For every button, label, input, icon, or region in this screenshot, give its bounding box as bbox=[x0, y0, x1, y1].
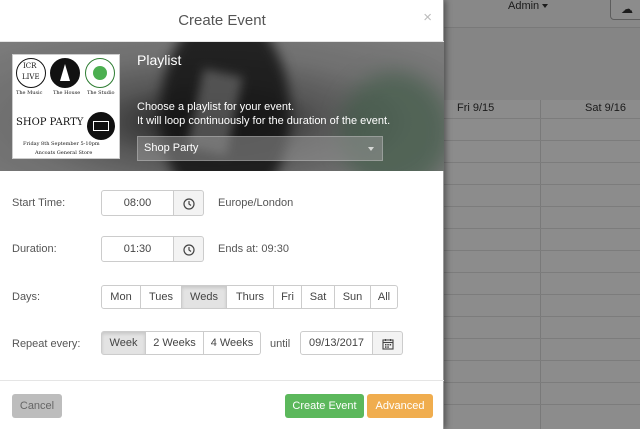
day-mon-button[interactable]: Mon bbox=[101, 285, 141, 309]
start-time-label: Start Time: bbox=[12, 197, 66, 209]
create-event-modal: Create Event × ICR LIVE The Music The Ho… bbox=[0, 0, 444, 429]
duration-input[interactable]: 01:30 bbox=[101, 236, 174, 262]
start-time-input[interactable]: 08:00 bbox=[101, 190, 174, 216]
until-date-picker-button[interactable] bbox=[373, 331, 403, 355]
days-label: Days: bbox=[12, 291, 41, 303]
duration-clock-button[interactable] bbox=[174, 236, 204, 262]
clock-icon bbox=[183, 244, 195, 256]
day-thurs-button[interactable]: Thurs bbox=[226, 285, 274, 309]
poster-title: SHOP PARTY bbox=[16, 117, 84, 128]
repeat-2-weeks-button[interactable]: 2 Weeks bbox=[145, 331, 204, 355]
playlist-artwork: ICR LIVE The Music The House The Studio … bbox=[12, 54, 120, 159]
day-all-button[interactable]: All bbox=[370, 285, 398, 309]
modal-title: Create Event bbox=[178, 12, 266, 29]
until-label: until bbox=[270, 338, 291, 350]
day-tues-button[interactable]: Tues bbox=[140, 285, 182, 309]
day-sat-button[interactable]: Sat bbox=[301, 285, 335, 309]
modal-header: Create Event × bbox=[0, 0, 444, 42]
repeat-4-weeks-button[interactable]: 4 Weeks bbox=[203, 331, 261, 355]
calendar-icon bbox=[382, 339, 394, 350]
playlist-select[interactable]: Shop Party bbox=[137, 136, 383, 161]
timezone-label: Europe/London bbox=[218, 197, 294, 209]
days-button-group: Mon Tues Weds Thurs Fri Sat Sun All bbox=[101, 285, 398, 309]
day-weds-button[interactable]: Weds bbox=[181, 285, 227, 309]
create-event-button[interactable]: Create Event bbox=[285, 394, 364, 418]
cancel-button[interactable]: Cancel bbox=[12, 394, 62, 418]
playlist-heading: Playlist bbox=[137, 52, 182, 68]
playlist-description: Choose a playlist for your event. It wil… bbox=[137, 101, 391, 127]
modal-footer-divider bbox=[0, 380, 444, 381]
close-icon[interactable]: × bbox=[423, 9, 432, 26]
clock-icon bbox=[183, 198, 195, 210]
duration-label: Duration: bbox=[12, 243, 57, 255]
advanced-button[interactable]: Advanced bbox=[367, 394, 433, 418]
until-date-input[interactable]: 09/13/2017 bbox=[300, 331, 373, 355]
repeat-week-button[interactable]: Week bbox=[101, 331, 146, 355]
playlist-banner: ICR LIVE The Music The House The Studio … bbox=[0, 42, 444, 171]
repeat-button-group: Week 2 Weeks 4 Weeks bbox=[101, 331, 261, 355]
ends-at-label: Ends at: 09:30 bbox=[218, 243, 289, 255]
chevron-down-icon bbox=[368, 147, 374, 151]
repeat-label: Repeat every: bbox=[12, 338, 81, 350]
day-fri-button[interactable]: Fri bbox=[273, 285, 302, 309]
start-time-clock-button[interactable] bbox=[174, 190, 204, 216]
day-sun-button[interactable]: Sun bbox=[334, 285, 371, 309]
